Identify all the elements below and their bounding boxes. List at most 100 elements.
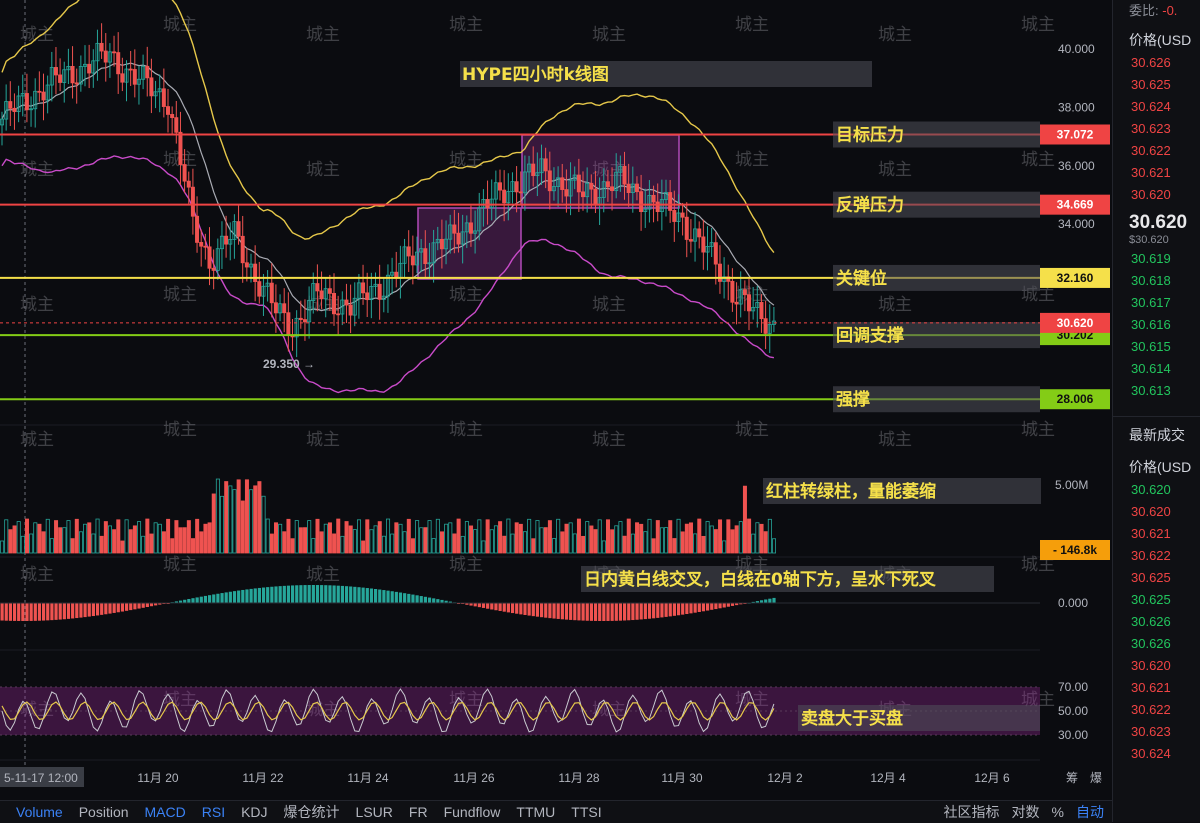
macd-bar: [577, 603, 581, 621]
macd-bar: [212, 594, 216, 603]
macd-bar: [427, 597, 432, 603]
volume-bar: [170, 538, 175, 554]
volume-bar: [439, 531, 444, 554]
macd-bar: [523, 603, 527, 615]
candle-body: [589, 182, 594, 190]
volume-bar: [672, 538, 677, 554]
macd-bar: [95, 603, 100, 616]
volume-bar: [589, 525, 594, 554]
corner-label: 筹: [1066, 771, 1078, 785]
toolbar-tab-fundflow[interactable]: Fundflow: [444, 804, 501, 820]
toolbar-tab-macd[interactable]: MACD: [145, 804, 186, 820]
macd-bar: [199, 596, 203, 603]
candle-body: [319, 290, 324, 300]
candle-body: [244, 262, 249, 268]
macd-bar: [291, 585, 295, 603]
macd-bar: [415, 595, 419, 603]
toolbar-option[interactable]: 自动: [1076, 802, 1104, 822]
volume-bar: [713, 529, 718, 554]
trade-row: 30.623: [1131, 724, 1171, 739]
toolbar-tab-lsur[interactable]: LSUR: [356, 804, 393, 820]
macd-bar: [46, 603, 50, 621]
volume-bar: [452, 533, 457, 554]
macd-bar: [706, 603, 710, 611]
macd-bar: [112, 603, 116, 613]
macd-bar: [120, 603, 125, 612]
toolbar-tab-爆仓统计[interactable]: 爆仓统计: [284, 802, 340, 822]
toolbar-option[interactable]: 社区指标: [944, 802, 1000, 822]
macd-bar: [125, 603, 129, 611]
candle-body: [116, 52, 121, 75]
chart-title: HYPE四小时k线图: [462, 64, 609, 85]
watermark-text: 城主: [163, 285, 197, 305]
candle-body: [41, 91, 46, 101]
macd-bar: [216, 593, 220, 603]
macd-bar: [693, 603, 697, 613]
macd-bar: [552, 603, 556, 619]
toolbar-right: 社区指标 对数% 自动: [944, 802, 1112, 822]
volume-bar: [747, 518, 752, 554]
volume-bar: [12, 525, 17, 554]
candle-body: [149, 77, 154, 97]
toolbar-option[interactable]: %: [1052, 804, 1064, 820]
volume-bar: [315, 518, 320, 554]
trade-row: 30.621: [1131, 526, 1171, 541]
watermark-text: 城主: [1021, 15, 1055, 35]
chart-canvas[interactable]: 城主 城主 城主 城主 城主 城主 城主 城主城主 城主 城主 城主 城主 城主城主 城主 城主 城主 城主 城主…: [0, 0, 1112, 800]
candle-body: [37, 90, 42, 93]
toolbar-tab-fr[interactable]: FR: [409, 804, 428, 820]
orderbook-row: 30.626: [1131, 55, 1171, 70]
macd-bar: [353, 586, 357, 603]
toolbar-option[interactable]: 对数: [1012, 802, 1040, 822]
volume-bar: [543, 527, 548, 554]
macd-bar: [203, 595, 208, 603]
toolbar-tab-ttmu[interactable]: TTMU: [516, 804, 555, 820]
toolbar-tab-position[interactable]: Position: [79, 804, 129, 820]
candle-body: [195, 215, 200, 243]
macd-bar: [631, 603, 635, 621]
macd-bar: [253, 588, 257, 603]
candle-body: [269, 282, 274, 304]
volume-bar: [626, 518, 631, 554]
volume-bar: [336, 518, 341, 554]
macd-bar: [689, 603, 693, 614]
volume-bar: [344, 521, 349, 554]
watermark-text: 城主: [735, 420, 769, 440]
volume-bar: [742, 485, 747, 554]
macd-bar: [311, 585, 315, 603]
macd-bar: [232, 591, 237, 603]
corner-label: 爆: [1090, 771, 1102, 785]
candle-body: [203, 245, 208, 248]
volume-bar: [581, 535, 586, 554]
macd-bar: [685, 603, 689, 615]
macd-bar: [191, 598, 195, 603]
trades-title[interactable]: 最新成交: [1113, 416, 1200, 447]
macd-bar: [187, 598, 191, 603]
volume-bar: [298, 527, 303, 554]
bids-list: 30.619 30.618 30.617 30.616 30.615 30.614 30.6…: [1113, 248, 1200, 402]
trade-row: 30.622: [1131, 548, 1171, 563]
candle-body: [224, 235, 229, 245]
macd-bar: [25, 603, 29, 621]
rsi-tick-label: 50.00: [1058, 704, 1088, 718]
volume-bar: [730, 529, 735, 554]
trade-row: 30.620: [1131, 658, 1171, 673]
volume-bar: [207, 522, 212, 554]
volume-bar: [531, 538, 536, 554]
macd-bar: [764, 599, 768, 603]
toolbar-tab-kdj[interactable]: KDJ: [241, 804, 267, 820]
toolbar-tab-volume[interactable]: Volume: [16, 804, 63, 820]
candle-body: [672, 210, 677, 222]
candle-body: [377, 283, 382, 300]
macd-bar: [87, 603, 91, 617]
candle-body: [439, 238, 444, 250]
volume-bar: [236, 479, 241, 554]
volume-bar: [74, 518, 79, 554]
macd-bar: [50, 603, 54, 621]
mid-price: 30.620 $30.620: [1113, 206, 1200, 248]
toolbar-tab-rsi[interactable]: RSI: [202, 804, 225, 820]
candle-body: [99, 42, 104, 52]
macd-bar: [344, 586, 349, 603]
volume-bar: [203, 523, 208, 554]
toolbar-tab-ttsi[interactable]: TTSI: [571, 804, 601, 820]
